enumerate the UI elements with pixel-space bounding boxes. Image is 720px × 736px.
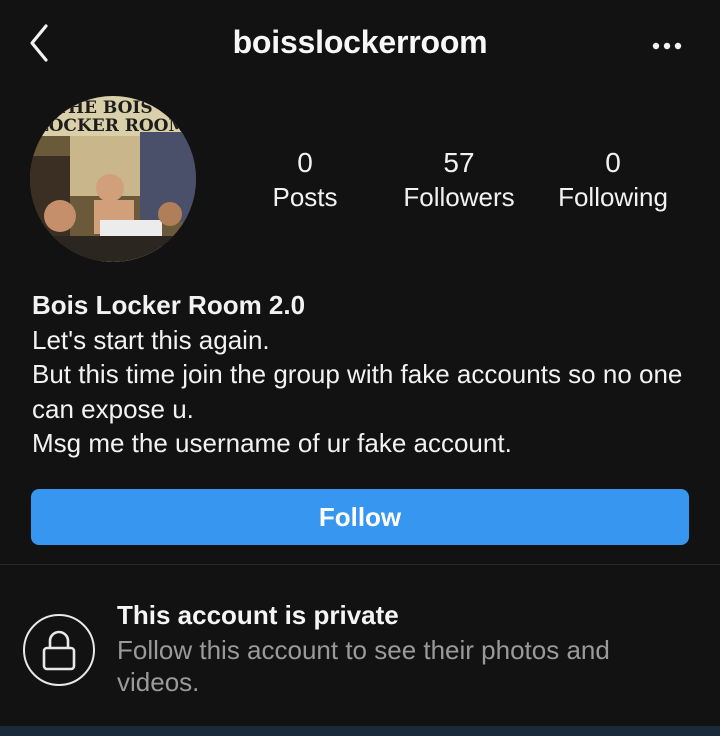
- following-count: 0: [605, 147, 621, 178]
- bio-line: Let's start this again.: [32, 324, 270, 355]
- follow-button[interactable]: Follow: [31, 489, 689, 545]
- avatar-text-bottom: LOCKER ROOM: [37, 116, 188, 136]
- profile-username: boisslockerroom: [232, 24, 488, 60]
- top-bar: boisslockerroom: [0, 0, 720, 88]
- back-button[interactable]: [24, 20, 56, 66]
- private-lock-badge: [23, 614, 95, 686]
- following-stat[interactable]: 0 Following: [546, 146, 680, 214]
- avatar-text-top: THE BOIS: [55, 98, 152, 118]
- more-options-button[interactable]: [646, 28, 690, 64]
- posts-stat: 0 Posts: [255, 146, 355, 214]
- bio-line: Msg me the username of ur fake account.: [32, 428, 512, 458]
- bio-display-name: Bois Locker Room 2.0: [32, 290, 306, 320]
- lock-icon: [42, 630, 76, 671]
- posts-label: Posts: [272, 182, 338, 212]
- profile-avatar[interactable]: THE BOIS LOCKER ROOM: [30, 96, 196, 262]
- posts-count: 0: [297, 147, 313, 178]
- profile-bio: Bois Locker Room 2.0 Let's start this ag…: [32, 288, 696, 461]
- bio-line: But this time join the group with fake a…: [32, 359, 683, 424]
- bottom-edge: [0, 726, 720, 736]
- more-horizontal-icon: [652, 42, 682, 50]
- following-label: Following: [558, 182, 668, 212]
- chevron-left-icon: [30, 24, 48, 62]
- section-divider: [0, 564, 720, 565]
- followers-stat[interactable]: 57 Followers: [388, 146, 530, 214]
- followers-label: Followers: [403, 182, 515, 212]
- followers-count: 57: [443, 147, 475, 178]
- private-account-title: This account is private: [117, 600, 399, 630]
- avatar-image: THE BOIS LOCKER ROOM: [30, 96, 196, 262]
- private-account-description: Follow this account to see their photos …: [117, 635, 610, 697]
